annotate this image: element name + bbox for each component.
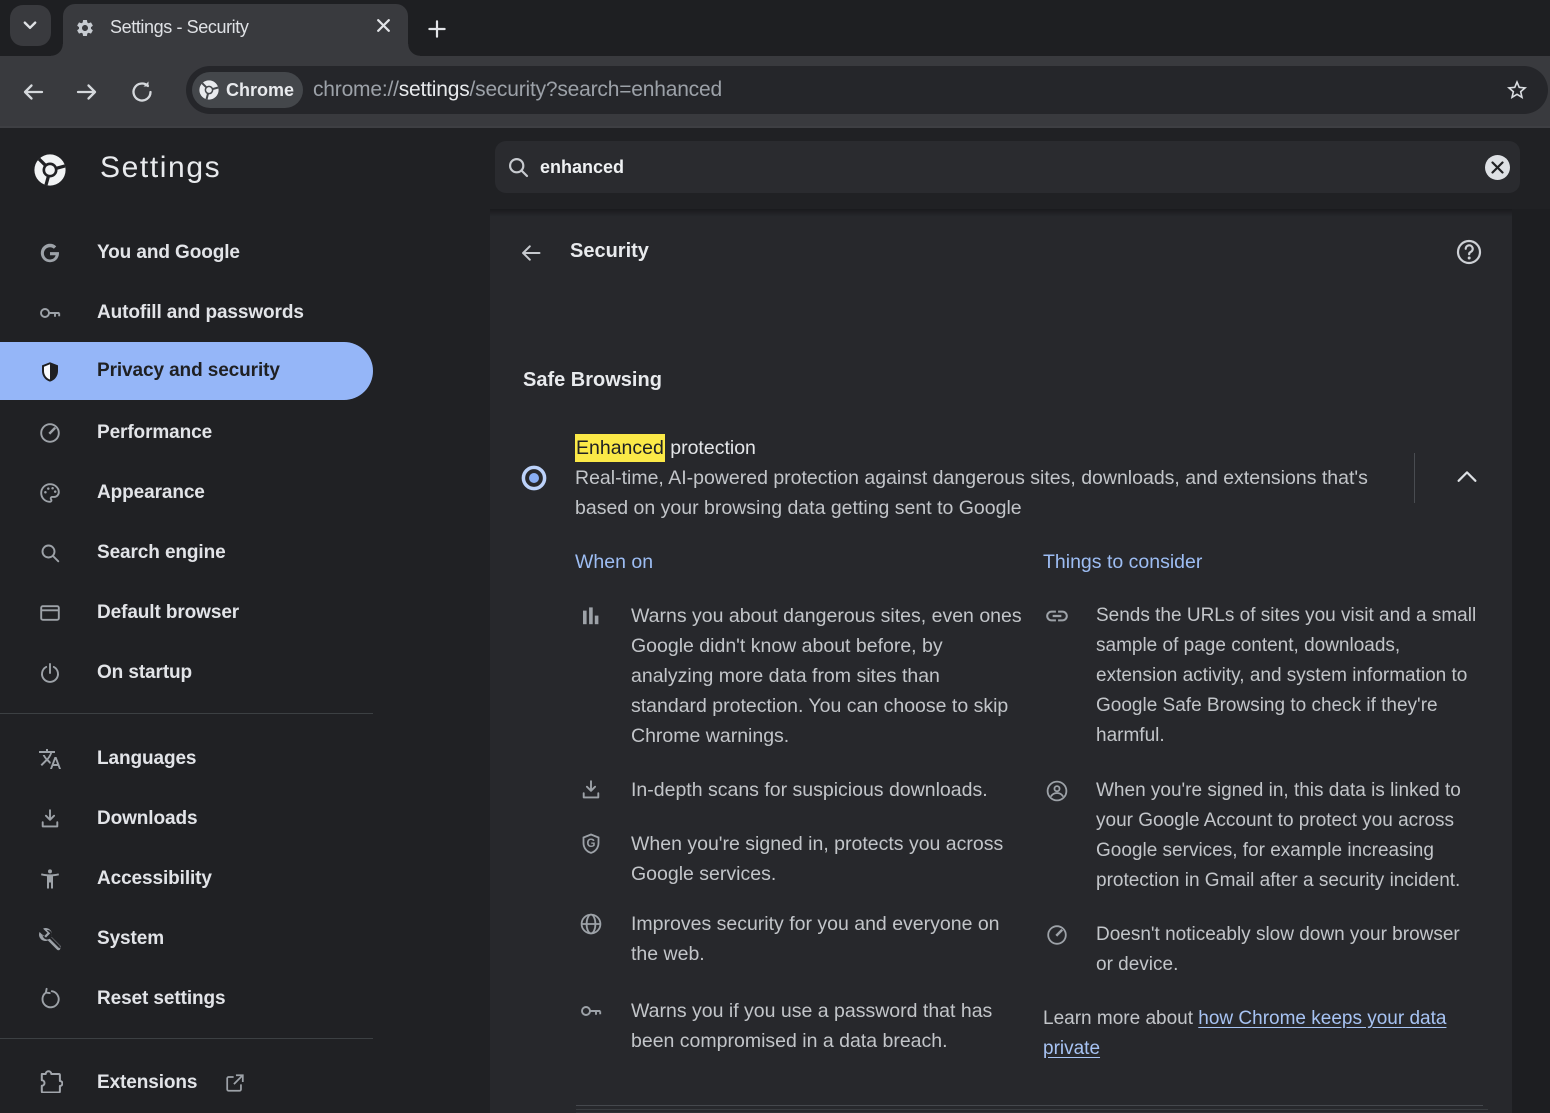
svg-text:G: G (587, 838, 596, 850)
